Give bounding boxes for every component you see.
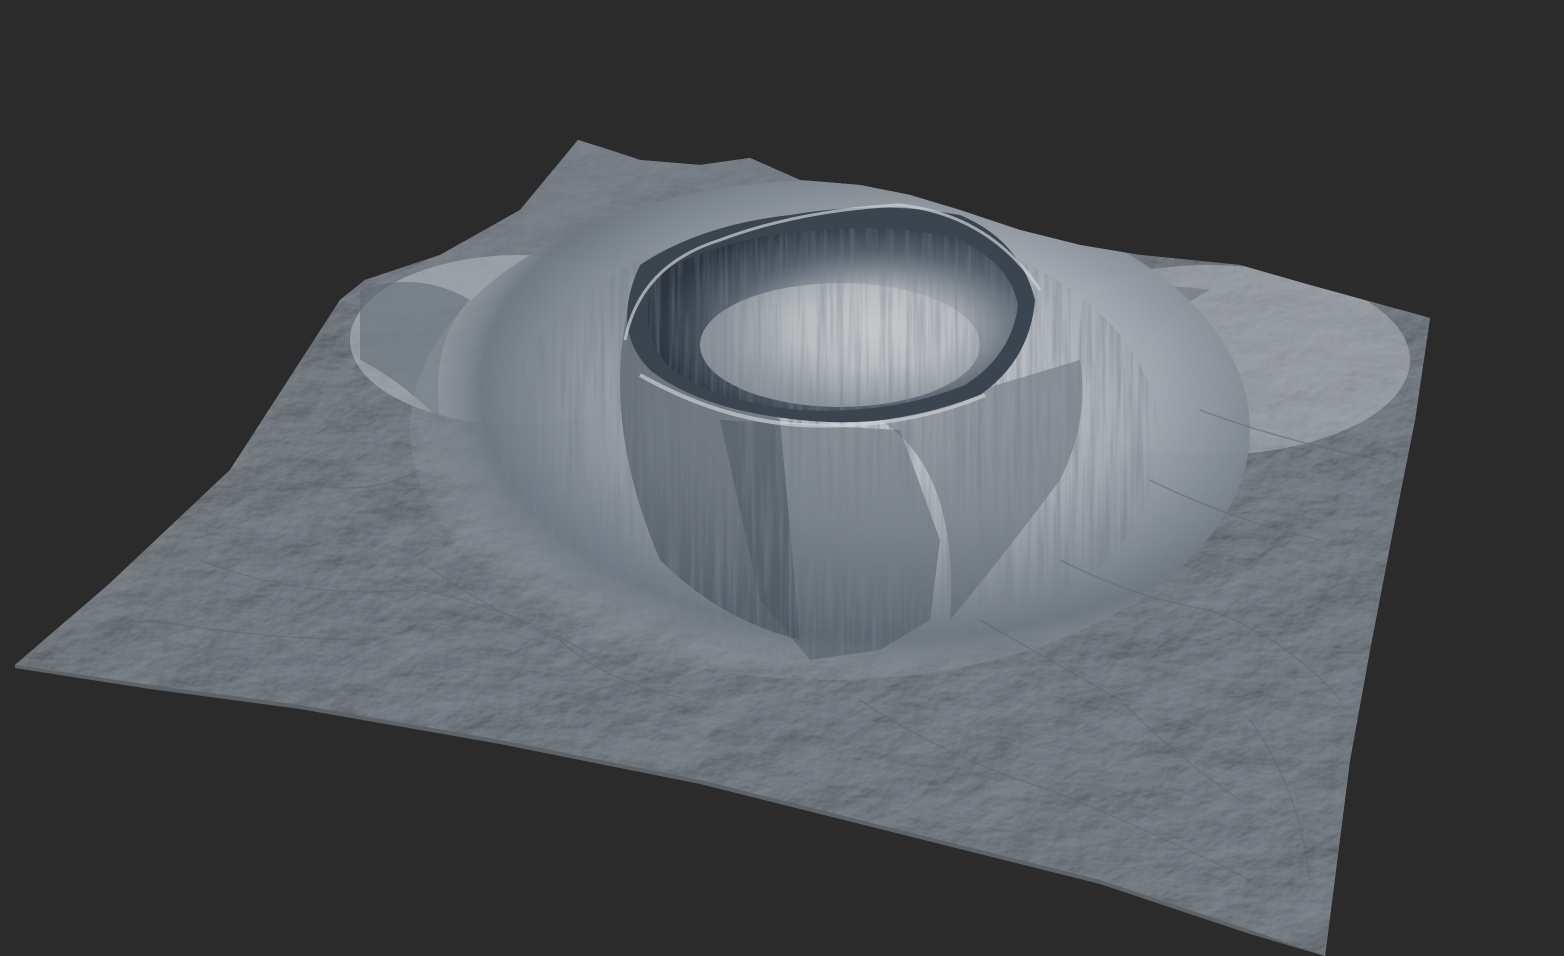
3d-viewport[interactable] [0,0,1564,956]
terrain-render [15,140,1430,956]
